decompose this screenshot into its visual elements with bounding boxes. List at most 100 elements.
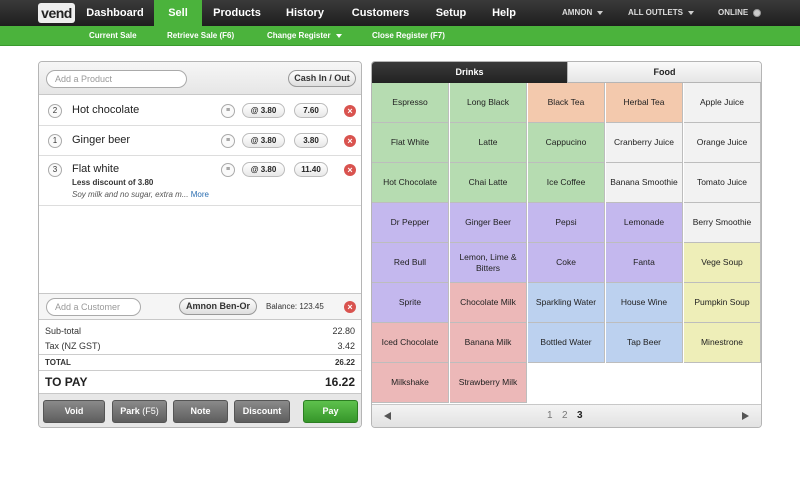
customer-button[interactable]: Amnon Ben-Or (179, 298, 257, 315)
quantity-badge[interactable]: 2 (48, 104, 62, 118)
quick-key-button[interactable]: Pepsi (528, 203, 605, 243)
chevron-down-icon (687, 10, 694, 15)
quick-key-button[interactable]: Dr Pepper (372, 203, 449, 243)
outlet-name: ALL OUTLETS (628, 8, 683, 17)
pay-button[interactable]: Pay (303, 400, 358, 423)
note-icon[interactable]: ≡ (221, 134, 235, 148)
quick-key-button[interactable]: Lemon, Lime & Bitters (450, 243, 527, 283)
tax-label: Tax (NZ GST) (45, 341, 101, 351)
quick-key-button[interactable]: Banana Smoothie (606, 163, 683, 203)
to-pay-value: 16.22 (324, 375, 355, 389)
quick-key-button[interactable]: Berry Smoothie (684, 203, 761, 243)
line-note: Soy milk and no sugar, extra m... More (72, 190, 209, 199)
tax-value: 3.42 (337, 341, 355, 351)
quick-key-button[interactable]: Black Tea (528, 83, 605, 123)
quick-key-button[interactable]: Vege Soup (684, 243, 761, 283)
quick-key-button[interactable]: Lemonade (606, 203, 683, 243)
quick-key-button[interactable]: Minestrone (684, 323, 761, 363)
sale-panel: Add a Product Cash In / Out 2 Hot chocol… (38, 61, 362, 428)
quick-key-button[interactable]: Orange Juice (684, 123, 761, 163)
tab-drinks[interactable]: Drinks (372, 62, 567, 83)
quick-key-button[interactable]: Cranberry Juice (606, 123, 683, 163)
remove-icon[interactable]: × (344, 164, 356, 176)
unit-price-button[interactable]: @ 3.80 (242, 162, 285, 177)
prev-page-icon[interactable] (384, 412, 391, 420)
quick-key-button[interactable]: Latte (450, 123, 527, 163)
nav-tab-help[interactable]: Help (479, 0, 529, 26)
quick-key-button[interactable]: Apple Juice (684, 83, 761, 123)
subnav-change-register[interactable]: Change Register (267, 26, 342, 46)
total-row: TOTAL 26.22 (45, 358, 355, 367)
quick-key-button[interactable]: Coke (528, 243, 605, 283)
discount-text: Less discount of 3.80 (72, 178, 154, 187)
quick-key-button[interactable]: House Wine (606, 283, 683, 323)
void-button[interactable]: Void (43, 400, 105, 423)
discount-button[interactable]: Discount (234, 400, 290, 423)
subnav-retrieve-sale[interactable]: Retrieve Sale (F6) (167, 26, 234, 46)
quick-key-button[interactable]: Fanta (606, 243, 683, 283)
note-icon[interactable]: ≡ (221, 163, 235, 177)
main-nav: Dashboard Sell Products History Customer… (76, 0, 529, 26)
quick-key-button[interactable]: Sprite (372, 283, 449, 323)
quick-key-button[interactable]: Banana Milk (450, 323, 527, 363)
line-total-button[interactable]: 7.60 (294, 103, 328, 118)
quick-key-button[interactable]: Herbal Tea (606, 83, 683, 123)
quick-key-button[interactable]: Tap Beer (606, 323, 683, 363)
nav-tab-customers[interactable]: Customers (338, 0, 423, 26)
user-menu[interactable]: AMNON (562, 0, 604, 26)
add-product-input[interactable]: Add a Product (46, 70, 187, 88)
unit-price-button[interactable]: @ 3.80 (242, 103, 285, 118)
outlet-menu[interactable]: ALL OUTLETS (628, 0, 694, 26)
quick-key-button[interactable]: Chocolate Milk (450, 283, 527, 323)
subnav-close-register[interactable]: Close Register (F7) (372, 26, 445, 46)
quick-key-button[interactable]: Pumpkin Soup (684, 283, 761, 323)
park-button[interactable]: Park (F5) (112, 400, 167, 423)
quick-key-button[interactable]: Chai Latte (450, 163, 527, 203)
page-1[interactable]: 1 (547, 410, 553, 421)
quick-key-button[interactable]: Bottled Water (528, 323, 605, 363)
remove-icon[interactable]: × (344, 135, 356, 147)
nav-tab-dashboard[interactable]: Dashboard (76, 0, 154, 26)
nav-tab-history[interactable]: History (272, 0, 338, 26)
quantity-badge[interactable]: 1 (48, 134, 62, 148)
line-total-button[interactable]: 3.80 (294, 133, 328, 148)
page-3[interactable]: 3 (577, 410, 583, 421)
total-label: TOTAL (45, 358, 71, 367)
quick-key-button[interactable]: Long Black (450, 83, 527, 123)
page-2[interactable]: 2 (562, 410, 568, 421)
quick-key-button[interactable]: Ice Coffee (528, 163, 605, 203)
add-customer-input[interactable]: Add a Customer (46, 298, 141, 316)
quick-key-button[interactable]: Iced Chocolate (372, 323, 449, 363)
quick-key-button[interactable]: Cappucino (528, 123, 605, 163)
product-name: Flat white (72, 163, 120, 175)
quick-key-button[interactable]: Milkshake (372, 363, 449, 403)
status-dot-icon (753, 8, 762, 17)
quick-key-button[interactable]: Flat White (372, 123, 449, 163)
nav-tab-setup[interactable]: Setup (423, 0, 479, 26)
tab-food[interactable]: Food (567, 62, 761, 83)
subnav-current-sale[interactable]: Current Sale (89, 26, 137, 46)
note-button[interactable]: Note (173, 400, 228, 423)
user-name: AMNON (562, 8, 593, 17)
line-total-button[interactable]: 11.40 (294, 162, 328, 177)
vend-logo[interactable]: vend (38, 3, 75, 23)
next-page-icon[interactable] (742, 412, 749, 420)
note-icon[interactable]: ≡ (221, 104, 235, 118)
quick-key-button[interactable]: Tomato Juice (684, 163, 761, 203)
quick-key-button[interactable]: Strawberry Milk (450, 363, 527, 403)
status-label: ONLINE (718, 8, 749, 17)
nav-tab-products[interactable]: Products (202, 0, 272, 26)
quick-key-button[interactable]: Red Bull (372, 243, 449, 283)
cash-in-out-button[interactable]: Cash In / Out (288, 70, 356, 87)
more-link[interactable]: More (191, 190, 209, 199)
sub-nav-bar: Current Sale Retrieve Sale (F6) Change R… (0, 26, 800, 46)
quick-key-button[interactable]: Hot Chocolate (372, 163, 449, 203)
nav-tab-sell[interactable]: Sell (154, 0, 202, 26)
quick-key-button[interactable]: Espresso (372, 83, 449, 123)
unit-price-button[interactable]: @ 3.80 (242, 133, 285, 148)
quantity-badge[interactable]: 3 (48, 163, 62, 177)
quick-key-button[interactable]: Sparkling Water (528, 283, 605, 323)
quick-key-button[interactable]: Ginger Beer (450, 203, 527, 243)
remove-icon[interactable]: × (344, 105, 356, 117)
remove-customer-icon[interactable]: × (344, 301, 356, 313)
